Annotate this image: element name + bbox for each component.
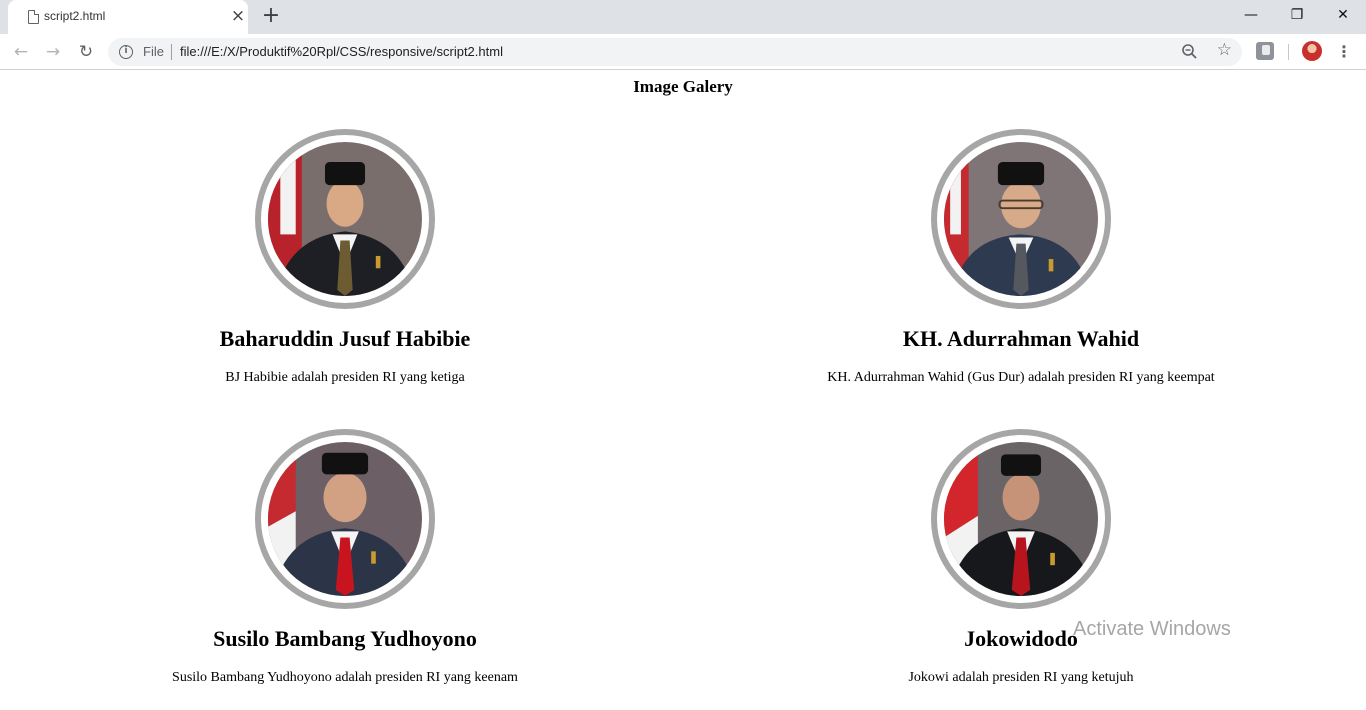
extension-icon[interactable] [1256,42,1274,60]
close-tab-icon[interactable]: × [230,8,246,25]
portrait-image [268,442,422,596]
address-bar[interactable]: i File file:///E:/X/Produktif%20Rpl/CSS/… [108,38,1242,66]
kebab-menu-icon[interactable]: ⋮ [1336,42,1352,62]
page-content: Image Galery Baharuddin Jusuf Habibie BJ… [0,71,1366,710]
omnibox-divider [171,44,172,60]
browser-tab[interactable]: script2.html × [8,0,248,34]
portrait-image [944,142,1098,296]
new-tab-button[interactable]: + [260,5,282,28]
file-icon [28,10,39,24]
url-text[interactable]: file:///E:/X/Produktif%20Rpl/CSS/respons… [180,44,503,59]
photo-frame [255,429,435,609]
back-arrow-icon[interactable]: ← [11,42,31,62]
card-name: KH. Adurrahman Wahid [902,326,1140,351]
toolbar-divider [1288,44,1289,60]
card-description: KH. Adurrahman Wahid (Gus Dur) adalah pr… [827,370,1215,385]
gallery-card: KH. Adurrahman Wahid KH. Adurrahman Wahi… [791,129,1251,386]
card-description: Susilo Bambang Yudhoyono adalah presiden… [172,670,518,685]
forward-arrow-icon[interactable]: → [43,42,63,62]
page-title: Image Galery [633,77,733,96]
tab-title: script2.html [44,9,106,23]
close-window-button[interactable]: ✕ [1328,4,1358,26]
gallery-card: Susilo Bambang Yudhoyono Susilo Bambang … [115,429,575,686]
gallery-card: Baharuddin Jusuf Habibie BJ Habibie adal… [115,129,575,386]
card-description: Jokowi adalah presiden RI yang ketujuh [908,670,1134,685]
card-name: Baharuddin Jusuf Habibie [219,326,471,351]
info-icon[interactable]: i [119,45,133,59]
zoom-icon[interactable] [1180,42,1200,62]
bookmark-star-icon[interactable]: ☆ [1217,40,1232,60]
photo-frame [931,129,1111,309]
minimize-button[interactable]: — [1236,4,1266,26]
portrait-image [268,142,422,296]
restore-button[interactable]: ❐ [1282,4,1312,26]
photo-frame [255,129,435,309]
photo-frame [931,429,1111,609]
profile-avatar[interactable] [1302,41,1322,61]
activate-windows-watermark: Activate Windows [1073,618,1231,640]
card-description: BJ Habibie adalah presiden RI yang ketig… [225,370,465,385]
tab-strip: script2.html × + — ❐ ✕ [0,0,1366,34]
portrait-image [944,442,1098,596]
card-name: Susilo Bambang Yudhoyono [213,626,477,651]
reload-icon[interactable]: ↻ [76,42,96,62]
gallery-card: Jokowidodo Jokowi adalah presiden RI yan… [791,429,1251,686]
browser-toolbar: ← → ↻ i File file:///E:/X/Produktif%20Rp… [0,34,1366,70]
url-scheme-label: File [143,44,164,59]
